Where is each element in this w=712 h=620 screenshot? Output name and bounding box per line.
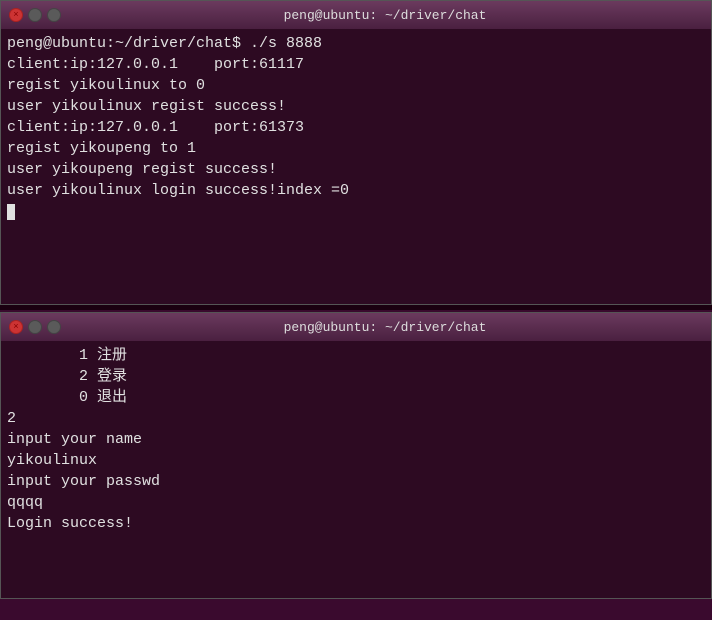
top-terminal-title: peng@ubuntu: ~/driver/chat	[67, 8, 703, 23]
bottom-line-6: yikoulinux	[7, 450, 705, 471]
bottom-line-1: 1 注册	[7, 345, 705, 366]
minimize-button[interactable]	[28, 8, 42, 22]
bottom-line-7: input your passwd	[7, 471, 705, 492]
top-line-4: user yikoulinux regist success!	[7, 96, 705, 117]
top-line-5: client:ip:127.0.0.1 port:61373	[7, 117, 705, 138]
top-line-6: regist yikoupeng to 1	[7, 138, 705, 159]
top-terminal: × peng@ubuntu: ~/driver/chat peng@ubuntu…	[0, 0, 712, 305]
bottom-terminal: × peng@ubuntu: ~/driver/chat 1 注册 2 登录 0…	[0, 312, 712, 599]
top-line-1: peng@ubuntu:~/driver/chat$ ./s 8888	[7, 33, 705, 54]
bottom-terminal-title: peng@ubuntu: ~/driver/chat	[67, 320, 703, 335]
window-separator	[0, 305, 712, 310]
bottom-line-3: 0 退出	[7, 387, 705, 408]
close-icon: ×	[13, 10, 18, 20]
top-titlebar: × peng@ubuntu: ~/driver/chat	[1, 1, 711, 29]
cursor-block	[7, 204, 15, 220]
bottom-line-8: qqqq	[7, 492, 705, 513]
bottom-maximize-button[interactable]	[47, 320, 61, 334]
bottom-terminal-body: 1 注册 2 登录 0 退出 2 input your name yikouli…	[1, 341, 711, 598]
top-cursor-line	[7, 201, 705, 222]
bottom-line-4: 2	[7, 408, 705, 429]
top-line-8: user yikoulinux login success!index =0	[7, 180, 705, 201]
top-line-7: user yikoupeng regist success!	[7, 159, 705, 180]
bottom-titlebar: × peng@ubuntu: ~/driver/chat	[1, 313, 711, 341]
close-button[interactable]: ×	[9, 8, 23, 22]
top-line-3: regist yikoulinux to 0	[7, 75, 705, 96]
bottom-close-icon: ×	[13, 322, 18, 332]
top-line-2: client:ip:127.0.0.1 port:61117	[7, 54, 705, 75]
bottom-line-5: input your name	[7, 429, 705, 450]
bottom-minimize-button[interactable]	[28, 320, 42, 334]
maximize-button[interactable]	[47, 8, 61, 22]
bottom-line-2: 2 登录	[7, 366, 705, 387]
bottom-line-9: Login success!	[7, 513, 705, 534]
bottom-titlebar-buttons: ×	[9, 320, 61, 334]
titlebar-buttons: ×	[9, 8, 61, 22]
top-terminal-body: peng@ubuntu:~/driver/chat$ ./s 8888 clie…	[1, 29, 711, 304]
bottom-close-button[interactable]: ×	[9, 320, 23, 334]
